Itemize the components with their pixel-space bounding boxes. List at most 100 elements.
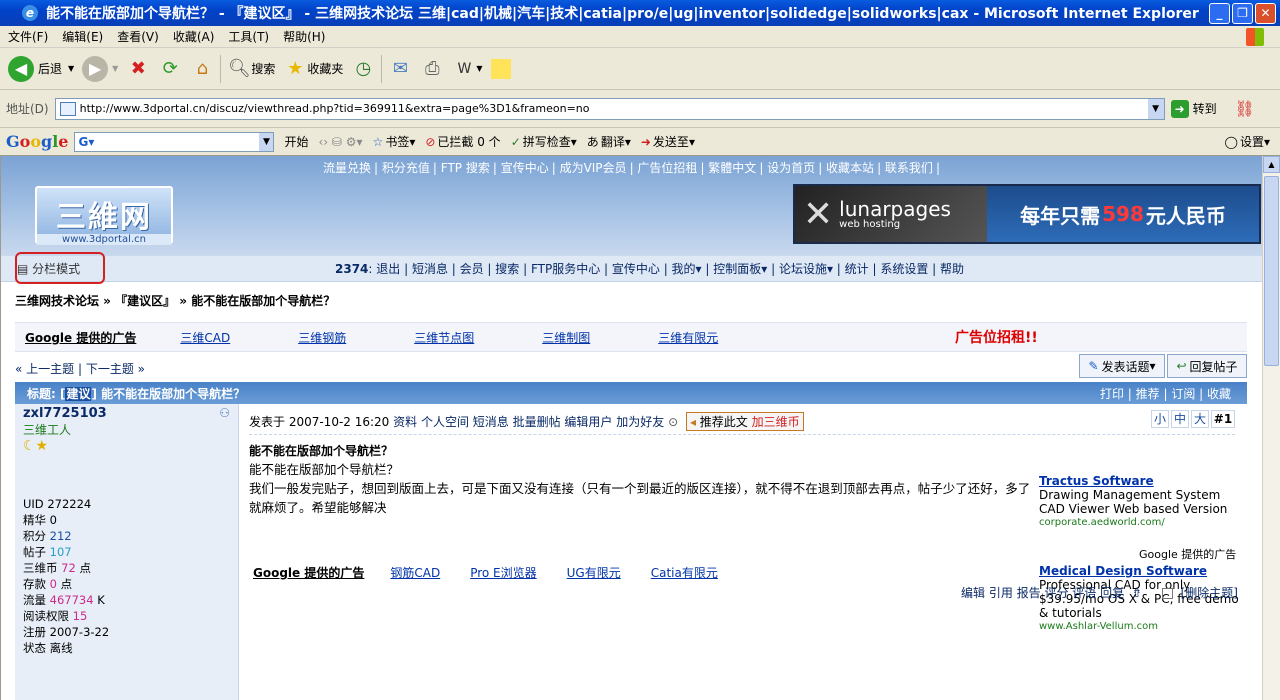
- bottom-ad-link[interactable]: Pro E浏览器: [470, 564, 536, 581]
- topnav-link[interactable]: FTP 搜索: [441, 161, 490, 175]
- ad-link[interactable]: 三维制图: [542, 329, 590, 346]
- menu-favorites[interactable]: 收藏(A): [173, 28, 215, 45]
- print-button[interactable]: ⎙: [420, 57, 444, 81]
- topnav-link[interactable]: 宣传中心: [501, 161, 549, 175]
- address-dropdown[interactable]: ▼: [1147, 98, 1164, 119]
- recommend-icon: ◂: [689, 415, 700, 429]
- history-button[interactable]: ◷: [351, 57, 375, 81]
- go-button[interactable]: ➜ 转到: [1170, 99, 1217, 118]
- settings-icon: ◯: [1224, 134, 1238, 149]
- delete-topic-link[interactable]: [删除主题]: [1181, 586, 1238, 600]
- ad-space-text[interactable]: 广告位招租!!: [955, 327, 1038, 347]
- bottom-ad-link[interactable]: UG有限元: [567, 564, 621, 581]
- breadcrumb[interactable]: 三维网技术论坛 » 『建议区』 » 能不能在版部加个导航栏？: [15, 292, 335, 309]
- reply-button[interactable]: ↩ 回复帖子: [1167, 354, 1247, 378]
- topnav-link[interactable]: 广告位招租: [637, 161, 697, 175]
- ad-link[interactable]: 三维钢筋: [298, 329, 346, 346]
- ad-link[interactable]: 三维节点图: [414, 329, 474, 346]
- topnav-link[interactable]: 繁體中文: [708, 161, 756, 175]
- username[interactable]: zxl7725103: [23, 406, 107, 421]
- bottom-ad-link[interactable]: 钢筋CAD: [390, 564, 440, 581]
- ad-banner[interactable]: ✕ lunarpages web hosting 每年只需 598 元人民币: [793, 184, 1261, 244]
- address-input[interactable]: http://www.3dportal.cn/discuz/viewthread…: [54, 97, 1165, 120]
- back-button[interactable]: ◀ 后退 ▼: [8, 55, 74, 82]
- forward-button[interactable]: ▶ ▼: [82, 55, 118, 82]
- robot-icon: ⊙: [668, 415, 679, 429]
- star-icon: ★: [287, 58, 304, 79]
- select-checkbox[interactable]: [1161, 588, 1173, 599]
- ad-link[interactable]: 三维CAD: [180, 329, 230, 346]
- translate-button[interactable]: あ翻译 ▾: [587, 133, 631, 150]
- popup-blocked[interactable]: ⊘ 已拦截 0 个: [425, 133, 500, 150]
- block-icon: ⊘: [425, 134, 436, 149]
- side-ad-title[interactable]: Tractus Software: [1039, 474, 1239, 488]
- sendto-icon: ➜: [640, 134, 651, 149]
- side-ad-title[interactable]: Medical Design Software: [1039, 564, 1239, 578]
- refresh-button[interactable]: ⟳: [158, 57, 182, 81]
- bookmark-star-icon: ☆: [372, 134, 384, 149]
- spellcheck-button[interactable]: ✓ 拼写检查 ▾: [511, 133, 577, 150]
- google-search-input[interactable]: G▾ ▼: [74, 131, 275, 152]
- close-button[interactable]: ✕: [1255, 2, 1276, 24]
- font-small-button[interactable]: 小: [1151, 410, 1169, 428]
- address-url: http://www.3dportal.cn/discuz/viewthread…: [79, 102, 590, 115]
- site-logo[interactable]: 三維网 www.3dportal.cn: [35, 186, 173, 245]
- bottom-ads: Google 提供的广告 钢筋CAD Pro E浏览器 UG有限元 Catia有…: [253, 564, 718, 581]
- window-titlebar: e 能不能在版部加个导航栏？ - 『建议区』 - 三维网技术论坛 三维|cad|…: [0, 0, 1280, 26]
- topnav-link[interactable]: 成为VIP会员: [560, 161, 627, 175]
- font-medium-button[interactable]: 中: [1171, 410, 1189, 428]
- google-start-button[interactable]: 开始: [284, 133, 308, 150]
- scroll-thumb[interactable]: [1264, 176, 1279, 366]
- vertical-scrollbar[interactable]: ▲: [1262, 156, 1280, 700]
- back-label: 后退: [38, 62, 63, 76]
- bottom-ad-link[interactable]: Catia有限元: [651, 564, 718, 581]
- recommend-button[interactable]: ◂ 推荐此文 加三维币: [685, 412, 804, 431]
- mail-button[interactable]: ✉: [388, 57, 412, 81]
- favorites-button[interactable]: ★ 收藏夹: [283, 57, 343, 81]
- window-title: 能不能在版部加个导航栏？ - 『建议区』 - 三维网技术论坛 三维|cad|机械…: [46, 6, 1199, 22]
- site-header: 流量兑换 | 积分充值 | FTP 搜索 | 宣传中心 | 成为VIP会员 | 广告位招租…: [1, 156, 1262, 256]
- search-icon: 🔍︎: [227, 58, 251, 79]
- search-button[interactable]: 🔍︎ 搜索: [227, 57, 275, 81]
- settings-button[interactable]: ◯ 设置 ▾: [1225, 133, 1270, 150]
- stop-icon: ✖: [130, 58, 146, 79]
- menu-view[interactable]: 查看(V): [117, 28, 159, 45]
- thread-actions[interactable]: 打印 | 推荐 | 订阅 | 收藏: [1100, 385, 1231, 402]
- scroll-up-button[interactable]: ▲: [1263, 156, 1280, 173]
- edit-button[interactable]: W ▼: [452, 57, 482, 81]
- printer-icon: ⎙: [425, 58, 440, 79]
- acrobat-icon[interactable]: ⛓: [1235, 99, 1255, 118]
- bookmarks-button[interactable]: ☆ 书签 ▾: [373, 133, 416, 150]
- menu-help[interactable]: 帮助(H): [283, 28, 325, 45]
- note-button[interactable]: [490, 58, 511, 79]
- thread-title: 标题: [建议] 能不能在版部加个导航栏？: [27, 386, 246, 401]
- menu-edit[interactable]: 编辑(E): [62, 28, 103, 45]
- google-ads-bar: Google 提供的广告 三维CAD 三维钢筋 三维节点图 三维制图 三维有限元…: [15, 322, 1247, 352]
- prev-topic-link[interactable]: « 上一主题: [15, 362, 74, 376]
- post-floor-number[interactable]: #1: [1211, 410, 1235, 428]
- new-topic-button[interactable]: ✎ 发表话题 ▾: [1079, 354, 1165, 378]
- topnav-link[interactable]: 积分充值: [382, 161, 430, 175]
- maximize-button[interactable]: ❐: [1232, 2, 1253, 24]
- minimize-button[interactable]: _: [1209, 2, 1230, 24]
- topnav-link[interactable]: 联系我们: [885, 161, 933, 175]
- red-highlight-circle: [15, 252, 105, 284]
- sendto-button[interactable]: ➜ 发送至 ▾: [641, 133, 695, 150]
- stop-button[interactable]: ✖: [126, 57, 150, 81]
- toolbar: ◀ 后退 ▼ ▶ ▼ ✖ ⟳ ⌂ 🔍︎ 搜索 ★ 收藏夹 ◷ ✉ ⎙ W ▼: [0, 48, 1280, 90]
- topnav-link[interactable]: 收藏本站: [826, 161, 874, 175]
- ad-link[interactable]: 三维有限元: [658, 329, 718, 346]
- page-content: 流量兑换 | 积分充值 | FTP 搜索 | 宣传中心 | 成为VIP会员 | 广告位招租…: [0, 156, 1262, 700]
- topnav-link[interactable]: 流量兑换: [323, 161, 371, 175]
- spellcheck-icon: ✓: [510, 134, 521, 149]
- menu-file[interactable]: 文件(F): [8, 28, 48, 45]
- home-button[interactable]: ⌂: [190, 57, 214, 81]
- forward-arrow-icon: ▶: [82, 55, 109, 82]
- back-arrow-icon: ◀: [8, 55, 34, 82]
- next-topic-link[interactable]: 下一主题 »: [86, 362, 145, 376]
- top-arrow-icon[interactable]: ⇮: [1132, 586, 1142, 600]
- topnav-link[interactable]: 设为首页: [767, 161, 815, 175]
- font-large-button[interactable]: 大: [1191, 410, 1209, 428]
- menu-tools[interactable]: 工具(T): [228, 28, 269, 45]
- google-ads-label[interactable]: Google 提供的广告: [1139, 546, 1236, 562]
